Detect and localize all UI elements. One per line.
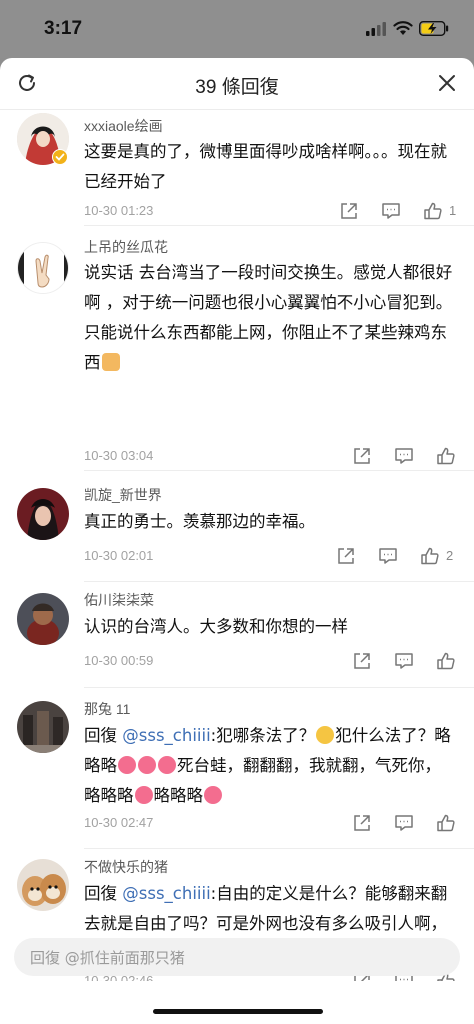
comment-meta: 10-30 03:04 bbox=[84, 444, 474, 472]
comment-item: 上吊的丝瓜花 说实话 去台湾当了一段时间交换生。感觉人都很好啊 ，对于统一问题也… bbox=[0, 234, 474, 472]
status-time: 3:17 bbox=[44, 18, 83, 39]
comment-time: 10-30 00:59 bbox=[84, 653, 154, 668]
comment-item: xxxiaole绘画 这要是真的了，微博里面得吵成啥样啊。。。现在就已经开始了 … bbox=[0, 111, 474, 226]
close-icon[interactable] bbox=[438, 74, 456, 92]
divider bbox=[84, 470, 474, 471]
mention-link[interactable]: @sss_chiiii bbox=[122, 884, 210, 903]
comment-text-content: 略略略 bbox=[153, 786, 204, 805]
comment-time: 10-30 02:47 bbox=[84, 815, 154, 830]
comment-username[interactable]: 上吊的丝瓜花 bbox=[84, 237, 168, 257]
tongue-emoji-icon bbox=[204, 786, 222, 804]
divider bbox=[84, 581, 474, 582]
comment-time: 10-30 01:23 bbox=[84, 203, 154, 218]
cellular-signal-icon bbox=[366, 22, 386, 36]
avatar[interactable] bbox=[17, 701, 69, 753]
comment-icon[interactable] bbox=[394, 813, 414, 833]
comment-meta: 10-30 02:47 bbox=[84, 811, 474, 839]
avatar[interactable] bbox=[17, 488, 69, 540]
divider bbox=[84, 848, 474, 849]
share-icon[interactable] bbox=[352, 651, 372, 671]
like-icon[interactable] bbox=[423, 201, 443, 221]
comment-username[interactable]: 不做快乐的猪 bbox=[84, 857, 168, 877]
comments-sheet: 39 條回復 xxxiaole绘画 这要是真的了，微博里面得吵成啥样啊。。。现在… bbox=[0, 58, 474, 1024]
avatar[interactable] bbox=[17, 242, 69, 294]
sheet-title: 39 條回復 bbox=[195, 77, 279, 98]
comment-item: 佑川柒柒菜 认识的台湾人。大多数和你想的一样 10-30 00:59 bbox=[0, 585, 474, 690]
share-icon[interactable] bbox=[352, 446, 372, 466]
avatar[interactable] bbox=[17, 593, 69, 645]
reply-prefix: 回復 bbox=[84, 726, 123, 745]
like-count: 2 bbox=[446, 548, 454, 563]
comment-text: 这要是真的了，微博里面得吵成啥样啊。。。现在就已经开始了 bbox=[84, 142, 447, 191]
tongue-emoji-icon bbox=[134, 786, 153, 804]
home-indicator bbox=[153, 1009, 323, 1014]
reply-prefix: 回復 bbox=[84, 884, 123, 903]
comment-meta: 10-30 02:01 2 bbox=[84, 544, 474, 572]
verified-badge-icon bbox=[52, 149, 68, 165]
mention-link[interactable]: @sss_chiiii bbox=[122, 726, 210, 745]
share-icon[interactable] bbox=[339, 201, 359, 221]
comment-text: 说实话 去台湾当了一段时间交换生。感觉人都很好啊 ，对于统一问题也很小心翼翼怕不… bbox=[84, 258, 456, 378]
comment-username[interactable]: 凯旋_新世界 bbox=[84, 485, 162, 505]
comment-time: 10-30 02:01 bbox=[84, 548, 154, 563]
cat-emoji-icon bbox=[101, 353, 120, 371]
comment-text: 认识的台湾人。大多数和你想的一样 bbox=[84, 617, 348, 636]
comment-item: 那兔 11 回復 @sss_chiiii:犯哪条法了？ 犯什么法了？略略略 死台蛙，… bbox=[0, 691, 474, 859]
share-icon[interactable] bbox=[352, 813, 372, 833]
like-icon[interactable] bbox=[436, 651, 456, 671]
reply-input-placeholder: 回復 @抓住前面那只猪 bbox=[30, 949, 185, 967]
comment-meta: 10-30 00:59 bbox=[84, 649, 474, 677]
comment-icon[interactable] bbox=[378, 546, 398, 566]
tongue-emoji-icon bbox=[158, 756, 176, 774]
like-icon[interactable] bbox=[420, 546, 440, 566]
comment-time: 10-30 03:04 bbox=[84, 448, 154, 463]
like-count: 1 bbox=[449, 203, 457, 218]
comment-text-content: :犯哪条法了？ bbox=[210, 726, 316, 745]
avatar[interactable] bbox=[17, 859, 69, 911]
divider bbox=[84, 687, 474, 688]
like-icon[interactable] bbox=[436, 446, 456, 466]
comment-icon[interactable] bbox=[394, 446, 414, 466]
comment-list: xxxiaole绘画 这要是真的了，微博里面得吵成啥样啊。。。现在就已经开始了 … bbox=[0, 111, 474, 981]
share-icon[interactable] bbox=[336, 546, 356, 566]
wifi-icon bbox=[393, 21, 413, 35]
comment-username[interactable]: 那兔 11 bbox=[84, 699, 130, 719]
comment-meta: 10-30 01:23 1 bbox=[84, 199, 474, 227]
reply-input[interactable]: 回復 @抓住前面那只猪 bbox=[14, 938, 460, 976]
comment-text: 回復 @sss_chiiii:犯哪条法了？ 犯什么法了？略略略 死台蛙，翻翻翻，我就… bbox=[84, 721, 456, 811]
comment-icon[interactable] bbox=[381, 201, 401, 221]
tongue-emoji-icon bbox=[138, 756, 156, 774]
divider bbox=[84, 225, 474, 226]
like-icon[interactable] bbox=[436, 813, 456, 833]
comment-item: 凯旋_新世界 真正的勇士。羡慕那边的幸福。 10-30 02:01 2 bbox=[0, 478, 474, 583]
comment-text-content: 说实话 去台湾当了一段时间交换生。感觉人都很好啊 ，对于统一问题也很小心翼翼怕不… bbox=[84, 263, 453, 372]
battery-charging-icon bbox=[419, 21, 449, 36]
comment-text: 真正的勇士。羡慕那边的幸福。 bbox=[84, 512, 315, 531]
grinning-emoji-icon bbox=[316, 726, 335, 744]
status-bar: 3:17 bbox=[0, 0, 474, 58]
comment-username[interactable]: xxxiaole绘画 bbox=[84, 116, 163, 136]
sheet-header: 39 條回復 bbox=[0, 58, 474, 110]
tongue-emoji-icon bbox=[118, 756, 136, 774]
comment-username[interactable]: 佑川柒柒菜 bbox=[84, 590, 154, 610]
comment-icon[interactable] bbox=[394, 651, 414, 671]
